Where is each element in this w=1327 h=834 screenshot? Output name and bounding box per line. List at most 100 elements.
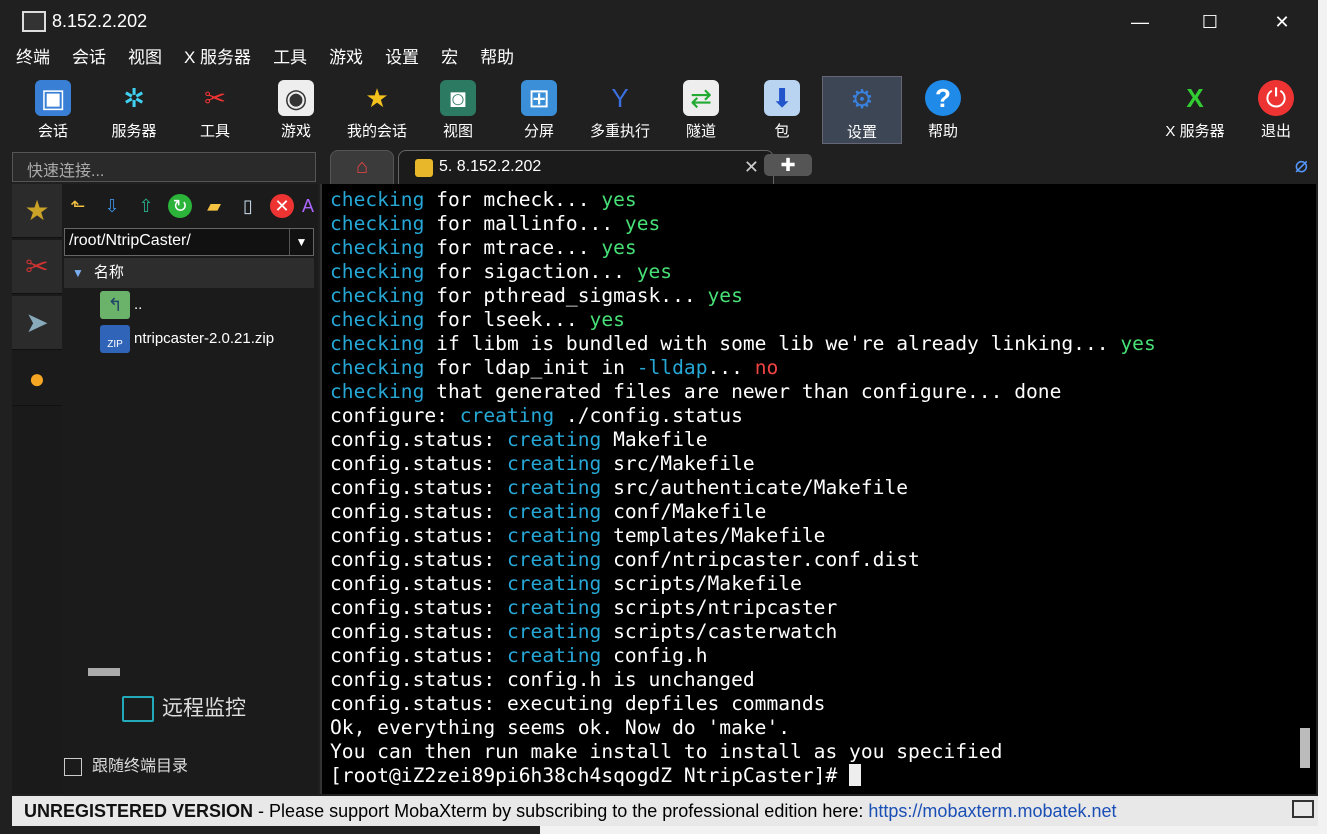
menu-macros[interactable]: 宏 (441, 44, 458, 72)
screen-icon[interactable] (1292, 800, 1314, 818)
session-button[interactable]: ▣ 会话 (13, 76, 93, 144)
view-icon: ◙ (440, 80, 476, 116)
terminal-line: config.status: creating conf/Makefile (330, 500, 767, 523)
terminal[interactable]: checking for mcheck... yes checking for m… (320, 184, 1316, 794)
terminal-line: checking for ldap_init in -lldap... no (330, 356, 779, 379)
terminal-line: config.status: creating scripts/Makefile (330, 572, 802, 595)
minimize-button[interactable]: — (1120, 6, 1160, 38)
quick-connect-input[interactable]: 快速连接... (12, 152, 316, 182)
tools-button[interactable]: ✂ 工具 (175, 76, 255, 144)
website-link[interactable]: https://mobaxterm.mobatek.net (868, 801, 1116, 821)
package-icon: ⬇ (764, 80, 800, 116)
sftp-panel: ⬑ ⇩ ⇧ ↻ ▰ ▯ ✕ A /root/NtripCaster/▼ ▼ 名称 … (62, 184, 318, 794)
sessions-star-tab[interactable]: ★ (12, 184, 62, 238)
terminal-line: checking for sigaction... yes (330, 260, 673, 283)
tab-label: 5. 8.152.2.202 (439, 158, 542, 175)
menu-tools[interactable]: 工具 (273, 44, 307, 72)
window-title: 8.152.2.202 (52, 11, 148, 31)
paperclip-icon[interactable]: ⌀ (1295, 152, 1308, 178)
fork-icon: Y (611, 83, 629, 113)
background-window-bottom (540, 826, 1327, 834)
key-icon (415, 159, 433, 177)
terminal-line: checking for pthread_sigmask... yes (330, 284, 743, 307)
terminal-line: checking for mcheck... yes (330, 188, 637, 211)
sort-triangle-icon: ▼ (72, 266, 84, 280)
unregistered-label: UNREGISTERED VERSION (24, 801, 254, 821)
close-window-button[interactable]: ✕ (1262, 6, 1302, 38)
menu-help[interactable]: 帮助 (480, 44, 514, 72)
menu-view[interactable]: 视图 (128, 44, 162, 72)
games-button[interactable]: ◉ 游戏 (256, 76, 336, 144)
multi-exec-button[interactable]: Y 多重执行 (580, 76, 660, 144)
packages-button[interactable]: ⬇ 包 (742, 76, 822, 144)
macros-tab[interactable]: ➤ (12, 296, 62, 350)
terminal-line: Ok, everything seems ok. Now do 'make'. (330, 716, 791, 739)
title-bar: 8.152.2.202 — ☐ ✕ (0, 0, 1318, 44)
file-row-zip[interactable]: ZIP ntripcaster-2.0.21.zip (100, 324, 274, 354)
checkbox[interactable] (64, 757, 82, 776)
upload-icon[interactable]: ⇧ (134, 194, 158, 218)
menu-bar: 终端 会话 视图 X 服务器 工具 游戏 设置宏帮助 (0, 44, 1318, 72)
vertical-scrollbar[interactable] (1300, 728, 1310, 768)
new-file-icon[interactable]: ▯ (236, 194, 260, 218)
new-folder-icon[interactable]: ▰ (202, 194, 226, 218)
help-button[interactable]: ? 帮助 (903, 76, 983, 144)
file-row-parent[interactable]: ↰.. (100, 290, 142, 320)
network-icon: ✲ (123, 83, 145, 113)
mobaxterm-window: 8.152.2.202 — ☐ ✕ 终端 会话 视图 X 服务器 工具 游戏 设置宏帮助 ▣… (0, 0, 1318, 834)
refresh-icon[interactable]: ↻ (168, 194, 192, 218)
split-button[interactable]: ⊞ 分屏 (499, 76, 579, 144)
chevron-down-icon[interactable]: ▼ (289, 229, 313, 255)
terminal-line: config.status: creating scripts/casterwa… (330, 620, 838, 643)
settings-button[interactable]: ⚙ 设置 (822, 76, 902, 144)
horizontal-scrollbar[interactable] (88, 668, 120, 676)
path-field[interactable]: /root/NtripCaster/▼ (64, 228, 314, 256)
zip-file-icon: ZIP (100, 325, 130, 354)
column-header[interactable]: ▼ 名称 (64, 258, 314, 288)
tab-session[interactable]: 5. 8.152.2.202 ✕ (398, 150, 774, 184)
terminal-line: checking for mallinfo... yes (330, 212, 661, 235)
menu-terminal[interactable]: 终端 (16, 44, 50, 72)
view-button[interactable]: ◙ 视图 (418, 76, 498, 144)
terminal-line: checking if libm is bundled with some li… (330, 332, 1156, 355)
globe-icon: ● (28, 363, 46, 394)
terminal-line: config.status: config.h is unchanged (330, 668, 755, 691)
terminal-line: config.status: creating templates/Makefi… (330, 524, 826, 547)
maximize-button[interactable]: ☐ (1190, 6, 1230, 38)
paper-plane-icon: ➤ (25, 307, 49, 338)
file-toolbar: ⬑ ⇩ ⇧ ↻ ▰ ▯ ✕ A (66, 194, 316, 220)
terminal-line: [root@iZ2zei89pi6h38ch4sqogdZ NtripCaste… (330, 764, 1156, 788)
follow-terminal-checkbox[interactable]: 跟随终端目录 (64, 752, 188, 776)
sftp-tab[interactable]: ● (12, 352, 62, 406)
tools-tab[interactable]: ✂ (12, 240, 62, 294)
rename-icon[interactable]: A (302, 194, 314, 218)
home-icon: ⌂ (355, 156, 369, 178)
menu-games[interactable]: 游戏 (329, 44, 363, 72)
menu-session[interactable]: 会话 (72, 44, 106, 72)
terminal-line: checking for lseek... yes (330, 308, 625, 331)
terminal-line: checking that generated files are newer … (330, 380, 1062, 403)
download-icon[interactable]: ⇩ (100, 194, 124, 218)
new-tab-button[interactable]: ✚ (764, 154, 812, 176)
close-tab-icon[interactable]: ✕ (744, 157, 759, 178)
my-sessions-button[interactable]: ★ 我的会话 (337, 76, 417, 144)
menu-settings[interactable]: 设置 (385, 44, 419, 72)
home-tab[interactable]: ⌂ (330, 150, 394, 184)
tunnel-button[interactable]: ⇄ 隧道 (661, 76, 741, 144)
xserver-button[interactable]: XX 服务器 (1155, 76, 1235, 144)
delete-icon[interactable]: ✕ (270, 194, 294, 218)
terminal-line: config.status: creating scripts/ntripcas… (330, 596, 838, 619)
exit-button[interactable]: ⏻ 退出 (1236, 76, 1316, 144)
remote-monitoring-button[interactable]: 远程监控 (122, 692, 246, 723)
terminal-line: config.status: creating src/authenticate… (330, 476, 909, 499)
menu-xserver[interactable]: X 服务器 (184, 44, 251, 72)
app-icon (22, 11, 46, 32)
background-window (1318, 0, 1327, 834)
gear-icon: ⚙ (850, 84, 874, 114)
gamepad-icon: ◉ (278, 80, 314, 116)
servers-button[interactable]: ✲ 服务器 (94, 76, 174, 144)
parent-dir-icon[interactable]: ⬑ (66, 194, 90, 218)
monitor-icon: ▣ (35, 80, 71, 116)
help-icon: ? (925, 80, 961, 116)
cursor (849, 764, 862, 786)
